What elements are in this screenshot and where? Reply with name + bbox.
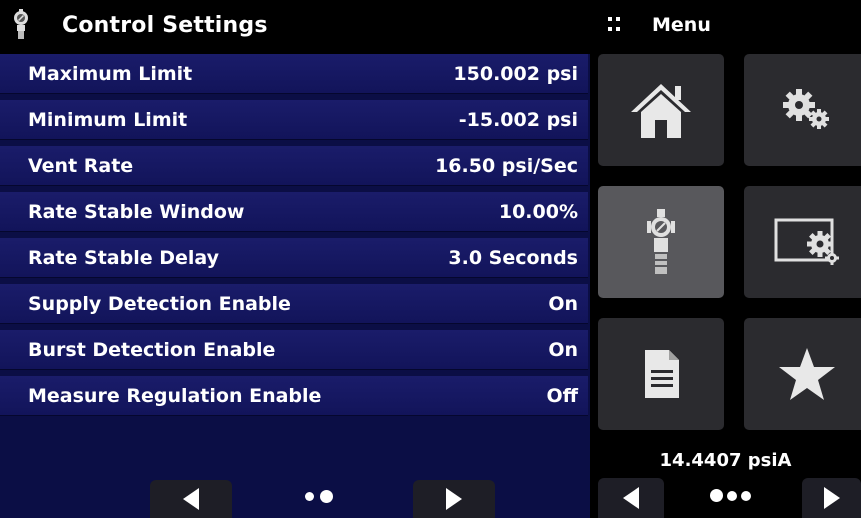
menu-prev-button[interactable] xyxy=(598,478,664,518)
setting-value: 3.0 Seconds xyxy=(448,246,578,269)
setting-label: Rate Stable Window xyxy=(28,200,245,223)
setting-row-measure-regulation-enable[interactable]: Measure Regulation Enable Off xyxy=(0,376,588,416)
next-page-button[interactable] xyxy=(413,480,495,518)
setting-value: Off xyxy=(546,384,578,407)
page-indicator xyxy=(305,490,333,503)
menu-next-button[interactable] xyxy=(802,478,861,518)
setting-value: 10.00% xyxy=(498,200,578,223)
title-bar: Control Settings xyxy=(0,0,590,50)
home-button[interactable] xyxy=(598,54,724,166)
setting-row-rate-stable-delay[interactable]: Rate Stable Delay 3.0 Seconds xyxy=(0,238,588,278)
setting-row-rate-stable-window[interactable]: Rate Stable Window 10.00% xyxy=(0,192,588,232)
document-icon xyxy=(645,350,679,398)
prev-page-button[interactable] xyxy=(150,480,232,518)
chevron-left-icon xyxy=(183,488,199,510)
setting-row-burst-detection-enable[interactable]: Burst Detection Enable On xyxy=(0,330,588,370)
setting-value: On xyxy=(548,338,578,361)
setting-label: Vent Rate xyxy=(28,154,134,177)
setting-value: On xyxy=(548,292,578,315)
left-pager-bar xyxy=(0,422,590,518)
chevron-right-icon xyxy=(446,488,462,510)
page-dot xyxy=(741,490,751,501)
page-dot xyxy=(727,490,737,501)
documents-button[interactable] xyxy=(598,318,724,430)
control-settings-panel: Control Settings Maximum Limit 150.002 p… xyxy=(0,0,590,518)
setting-row-vent-rate[interactable]: Vent Rate 16.50 psi/Sec xyxy=(0,146,588,186)
setting-value: 150.002 psi xyxy=(453,62,578,85)
setting-label: Maximum Limit xyxy=(28,62,193,85)
settings-gears-icon xyxy=(783,89,829,129)
chevron-right-icon xyxy=(823,487,840,509)
setting-label: Supply Detection Enable xyxy=(28,292,291,315)
regulator-icon xyxy=(647,209,675,274)
chevron-left-icon xyxy=(623,487,639,509)
setting-label: Burst Detection Enable xyxy=(28,338,276,361)
page-title: Control Settings xyxy=(62,12,268,38)
setting-row-minimum-limit[interactable]: Minimum Limit -15.002 psi xyxy=(0,100,588,140)
control-settings-button[interactable] xyxy=(598,186,724,298)
settings-button[interactable] xyxy=(744,54,861,166)
regulator-icon xyxy=(8,5,34,45)
setting-label: Rate Stable Delay xyxy=(28,246,220,269)
setting-value: 16.50 psi/Sec xyxy=(435,154,578,177)
setting-label: Minimum Limit xyxy=(28,108,188,131)
display-settings-icon xyxy=(774,218,839,265)
menu-grip-icon xyxy=(608,17,622,33)
settings-list: Maximum Limit 150.002 psi Minimum Limit … xyxy=(0,54,590,422)
menu-header: Menu xyxy=(608,0,711,50)
menu-title: Menu xyxy=(652,14,711,36)
menu-page-indicator xyxy=(710,489,751,502)
display-settings-button[interactable] xyxy=(744,186,861,298)
star-icon xyxy=(779,348,835,400)
favorites-button[interactable] xyxy=(744,318,861,430)
setting-row-maximum-limit[interactable]: Maximum Limit 150.002 psi xyxy=(0,54,588,94)
page-dot-active xyxy=(710,489,723,502)
setting-label: Measure Regulation Enable xyxy=(28,384,322,407)
pressure-readout: 14.4407 psiA xyxy=(659,450,792,471)
page-dot xyxy=(305,492,314,501)
setting-row-supply-detection-enable[interactable]: Supply Detection Enable On xyxy=(0,284,588,324)
menu-panel: Menu 14.4407 psiA xyxy=(590,0,861,518)
home-icon xyxy=(631,84,691,138)
page-dot-active xyxy=(320,490,333,503)
setting-value: -15.002 psi xyxy=(458,108,578,131)
